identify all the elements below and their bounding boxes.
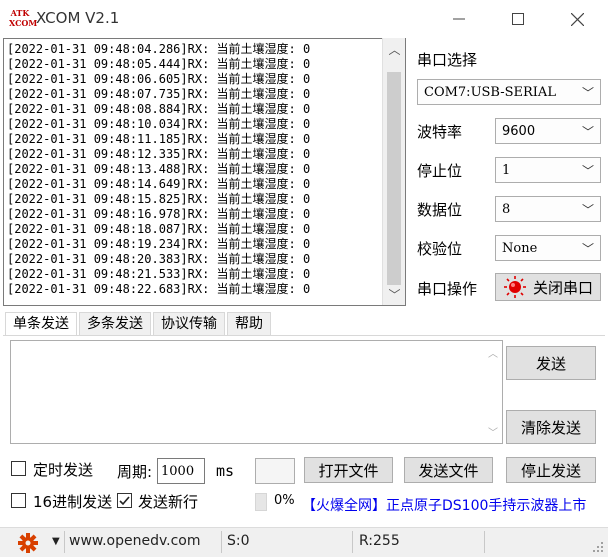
timed-send-checkbox[interactable] (11, 461, 26, 476)
chevron-down-icon: ﹀ (581, 164, 594, 178)
period-label: 周期: (117, 463, 153, 481)
receive-line: [2022-01-31 09:48:12.335]RX: 当前土壤湿度: 0 (7, 147, 311, 161)
data-bits-value: 8 (502, 201, 511, 217)
receive-line: [2022-01-31 09:48:05.444]RX: 当前土壤湿度: 0 (7, 57, 311, 71)
status-divider (221, 531, 222, 553)
period-unit: ms (216, 462, 235, 480)
clear-send-button[interactable]: 清除发送 (506, 410, 596, 444)
receive-line: [2022-01-31 09:48:14.649]RX: 当前土壤湿度: 0 (7, 177, 311, 191)
parity-value: None (502, 240, 538, 256)
status-url[interactable]: www.openedv.com (69, 533, 201, 549)
tab-help[interactable]: 帮助 (227, 312, 271, 336)
send-button[interactable]: 发送 (506, 346, 596, 380)
stop-bits-value: 1 (502, 162, 511, 178)
chevron-down-icon: ﹀ (581, 125, 594, 139)
receive-line: [2022-01-31 09:48:04.286]RX: 当前土壤湿度: 0 (7, 42, 311, 56)
stop-send-button[interactable]: 停止发送 (506, 457, 596, 483)
status-received-count: R:255 (359, 533, 400, 549)
scroll-thumb[interactable] (387, 72, 401, 285)
receive-line: [2022-01-31 09:48:06.605]RX: 当前土壤湿度: 0 (7, 72, 311, 86)
stop-bits-select[interactable]: 1 ﹀ (495, 157, 601, 183)
stop-bits-label: 停止位 (417, 162, 463, 180)
send-file-button[interactable]: 发送文件 (404, 457, 493, 483)
data-bits-select[interactable]: 8 ﹀ (495, 196, 601, 222)
data-bits-label: 数据位 (417, 201, 463, 219)
logo-line-2: XCOM (9, 18, 38, 28)
receive-line: [2022-01-31 09:48:18.087]RX: 当前土壤湿度: 0 (7, 222, 311, 236)
receive-line: [2022-01-31 09:48:07.735]RX: 当前土壤湿度: 0 (7, 87, 311, 101)
port-select-value: COM7:USB-SERIAL (424, 84, 556, 100)
ad-link[interactable]: 【火爆全网】正点原子DS100手持示波器上市 (302, 493, 604, 521)
baud-select[interactable]: 9600 ﹀ (495, 118, 601, 144)
resize-grip-icon[interactable] (592, 541, 604, 553)
receive-line: [2022-01-31 09:48:16.978]RX: 当前土壤湿度: 0 (7, 207, 311, 221)
led-icon (503, 276, 526, 298)
send-text-area[interactable]: ︿ ﹀ (10, 340, 503, 444)
close-port-button[interactable]: 关闭串口 (495, 273, 601, 301)
status-divider (64, 531, 65, 553)
send-newline-checkbox[interactable] (117, 493, 132, 508)
hex-send-checkbox[interactable] (11, 493, 26, 508)
receive-text-area[interactable]: [2022-01-31 09:48:04.286]RX: 当前土壤湿度: 0 [2… (3, 38, 406, 306)
receive-line: [2022-01-31 09:48:21.533]RX: 当前土壤湿度: 0 (7, 267, 311, 281)
receive-line: [2022-01-31 09:48:11.185]RX: 当前土壤湿度: 0 (7, 132, 311, 146)
parity-select[interactable]: None ﹀ (495, 235, 601, 261)
port-select[interactable]: COM7:USB-SERIAL ﹀ (417, 79, 601, 105)
scroll-up-icon[interactable]: ︿ (383, 40, 406, 60)
port-operation-label: 串口操作 (417, 280, 478, 298)
receive-line: [2022-01-31 09:48:20.383]RX: 当前土壤湿度: 0 (7, 252, 311, 266)
close-port-label: 关闭串口 (532, 278, 593, 297)
timed-send-label: 定时发送 (33, 461, 94, 479)
scroll-down-icon[interactable]: ﹀ (486, 424, 500, 439)
chevron-down-icon: ﹀ (581, 203, 594, 217)
status-sent-count: S:0 (227, 533, 250, 549)
period-input[interactable]: 1000 (157, 458, 205, 484)
receive-line: [2022-01-31 09:48:10.034]RX: 当前土壤湿度: 0 (7, 117, 311, 131)
checkmark-icon (119, 496, 130, 506)
send-progress-text: 0% (274, 493, 295, 508)
receive-scrollbar[interactable]: ︿ ﹀ (382, 38, 405, 305)
receive-line: [2022-01-31 09:48:15.825]RX: 当前土壤湿度: 0 (7, 192, 311, 206)
send-progress-bar (255, 493, 267, 511)
scroll-up-icon[interactable]: ︿ (486, 345, 500, 360)
blank-box (255, 458, 295, 484)
tab-single-send[interactable]: 单条发送 (5, 312, 77, 336)
receive-line: [2022-01-31 09:48:22.683]RX: 当前土壤湿度: 0 (7, 282, 311, 296)
port-select-label: 串口选择 (417, 51, 478, 69)
parity-label: 校验位 (417, 240, 463, 258)
receive-line: [2022-01-31 09:48:08.884]RX: 当前土壤湿度: 0 (7, 102, 311, 116)
minimize-icon (453, 18, 465, 20)
baud-label: 波特率 (417, 123, 463, 141)
maximize-button[interactable] (487, 0, 549, 38)
scroll-down-icon[interactable]: ﹀ (383, 285, 406, 305)
chevron-down-icon: ﹀ (581, 86, 594, 100)
app-logo: ATK XCOM (9, 8, 38, 30)
open-file-button[interactable]: 打开文件 (304, 457, 393, 483)
gear-icon[interactable] (17, 532, 39, 554)
dropdown-arrow-icon[interactable]: ▼ (52, 536, 60, 547)
status-divider (484, 531, 485, 553)
window-title: XCOM V2.1 (36, 9, 120, 27)
close-icon (570, 12, 584, 26)
chevron-down-icon: ﹀ (581, 242, 594, 256)
hex-send-label: 16进制发送 (33, 493, 113, 511)
receive-lines: [2022-01-31 09:48:04.286]RX: 当前土壤湿度: 0 [2… (7, 42, 382, 297)
receive-line: [2022-01-31 09:48:19.234]RX: 当前土壤湿度: 0 (7, 237, 311, 251)
logo-line-1: ATK (10, 8, 30, 18)
receive-line: [2022-01-31 09:48:13.488]RX: 当前土壤湿度: 0 (7, 162, 311, 176)
send-newline-label: 发送新行 (138, 493, 199, 511)
baud-value: 9600 (502, 123, 536, 139)
minimize-button[interactable] (428, 0, 490, 38)
tab-multi-send[interactable]: 多条发送 (79, 312, 151, 336)
tab-divider (3, 335, 605, 336)
status-divider (352, 531, 353, 553)
tab-protocol[interactable]: 协议传输 (153, 312, 225, 336)
close-button[interactable] (546, 0, 608, 38)
maximize-icon (512, 13, 524, 25)
